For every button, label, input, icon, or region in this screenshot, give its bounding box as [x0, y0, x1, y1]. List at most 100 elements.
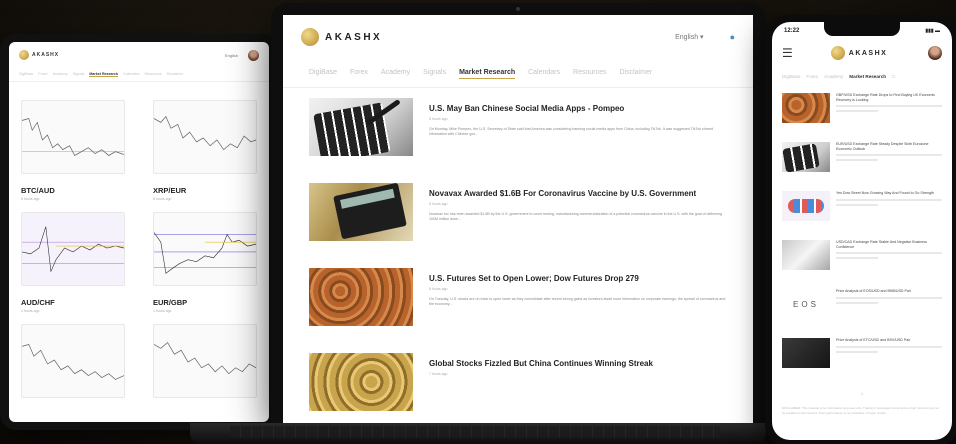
article-title[interactable]: GBP/USD Exchange Rate Drops to Find Buyi…: [836, 93, 942, 102]
nav-academy[interactable]: Academy: [53, 72, 68, 77]
brand-name: AKASHX: [848, 49, 888, 57]
nav-market-research[interactable]: Market Research: [849, 74, 886, 79]
tablet-device: AKASHX English DigiBase Forex Academy Si…: [0, 34, 278, 430]
brand-logo-icon: [301, 28, 319, 46]
pair-chart: [153, 324, 257, 398]
pair-time: 8 hours ago: [153, 197, 172, 201]
list-item[interactable]: EOS Price Analysis of EOS/USD and BNB/US…: [782, 289, 942, 338]
article-thumbnail[interactable]: [309, 353, 413, 411]
laptop-nav: DigiBase Forex Academy Signals Market Re…: [283, 59, 753, 88]
nav-forex[interactable]: Forex: [38, 72, 47, 77]
article-title[interactable]: U.S. Futures Set to Open Lower; Dow Futu…: [429, 274, 727, 283]
pair-card[interactable]: XRP/EUR 8 hours ago: [153, 100, 257, 212]
pair-card[interactable]: [21, 324, 125, 422]
nav-disclaimer[interactable]: Disclaimer: [167, 72, 184, 77]
article-excerpt: On Monday, Mike Pompeo, the U.S. Secreta…: [429, 127, 713, 137]
disclaimer-text: DISCLAIMER: This material is for informa…: [782, 406, 939, 415]
pair-name: XRP/EUR: [153, 186, 187, 195]
article-thumbnail[interactable]: [782, 191, 830, 221]
article-item[interactable]: Novavax Awarded $1.6B For Coronavirus Va…: [309, 183, 727, 268]
nav-resources[interactable]: Resources: [145, 72, 162, 77]
article-thumbnail[interactable]: [309, 183, 413, 241]
pair-name: EUR/GBP: [153, 298, 188, 307]
nav-calendars[interactable]: Calendars: [528, 69, 560, 79]
pair-chart: [153, 100, 257, 174]
language-select[interactable]: English ▾: [675, 33, 703, 41]
notification-icon[interactable]: ●: [730, 32, 735, 42]
nav-more[interactable]: C: [892, 74, 895, 79]
pair-chart: [21, 212, 125, 286]
list-item[interactable]: Yes Dow Street Now Growing Way And Found…: [782, 191, 942, 240]
pair-name: AUD/CHF: [21, 298, 55, 307]
nav-forex[interactable]: Forex: [350, 69, 368, 79]
article-thumbnail[interactable]: [782, 93, 830, 123]
product-showcase: AKASHX English DigiBase Forex Academy Si…: [0, 0, 956, 444]
pair-card[interactable]: BTC/AUD 8 hours ago: [21, 100, 125, 212]
list-item[interactable]: GBP/USD Exchange Rate Drops to Find Buyi…: [782, 93, 942, 142]
avatar[interactable]: [248, 49, 259, 61]
pair-time: 8 hours ago: [21, 197, 40, 201]
nav-disclaimer[interactable]: Disclaimer: [620, 69, 653, 79]
eos-logo-icon[interactable]: EOS: [782, 289, 830, 319]
article-excerpt-line: [836, 105, 942, 108]
article-thumbnail[interactable]: [782, 338, 830, 368]
laptop-keyboard: [230, 426, 720, 438]
nav-calendars[interactable]: Calendars: [123, 72, 139, 77]
article-title[interactable]: USD/CAD Exchange Rate Stable And Negativ…: [836, 240, 942, 249]
nav-academy[interactable]: Academy: [824, 74, 843, 79]
article-thumbnail[interactable]: [309, 98, 413, 156]
article-title[interactable]: Novavax Awarded $1.6B For Coronavirus Va…: [429, 189, 727, 198]
article-item[interactable]: U.S. May Ban Chinese Social Media Apps -…: [309, 98, 727, 183]
article-excerpt-line: [836, 110, 879, 113]
article-thumbnail[interactable]: [782, 142, 830, 172]
phone-screen: 12:22 ▮▮▮ ▬ ☰ AKASHX DigiBase Forex Acad…: [772, 22, 952, 440]
tablet-logo[interactable]: AKASHX: [19, 50, 59, 60]
article-title[interactable]: Global Stocks Fizzled But China Continue…: [429, 359, 727, 368]
tablet-header: AKASHX English: [9, 42, 269, 68]
article-time: 8 hours ago: [429, 202, 448, 206]
avatar[interactable]: [928, 46, 942, 60]
article-item[interactable]: Global Stocks Fizzled But China Continue…: [309, 353, 727, 423]
hamburger-menu-icon[interactable]: ☰: [782, 46, 793, 60]
list-item[interactable]: Price Analysis of ETC/USD and BSV/USD Pa…: [782, 338, 942, 387]
list-item[interactable]: USD/CAD Exchange Rate Stable And Negativ…: [782, 240, 942, 289]
brand-name: AKASHX: [32, 52, 60, 58]
article-item[interactable]: U.S. Futures Set to Open Lower; Dow Futu…: [309, 268, 727, 353]
nav-digibase[interactable]: DigiBase: [782, 74, 800, 79]
brand-name: AKASHX: [325, 31, 383, 43]
laptop-logo[interactable]: AKASHX: [301, 28, 382, 46]
article-title[interactable]: Price Analysis of ETC/USD and BSV/USD Pa…: [836, 338, 942, 343]
pagination[interactable]: 1: [772, 387, 952, 400]
phone-logo[interactable]: AKASHX: [830, 46, 888, 60]
language-select[interactable]: English: [225, 53, 238, 58]
pair-grid: BTC/AUD 8 hours ago XRP/EUR 8 hours ago …: [9, 82, 269, 422]
pair-card[interactable]: [153, 324, 257, 422]
nav-academy[interactable]: Academy: [381, 69, 410, 79]
pair-card[interactable]: EUR/GBP 1 hours ago: [153, 212, 257, 324]
pair-card[interactable]: AUD/CHF 1 hours ago: [21, 212, 125, 324]
article-thumbnail[interactable]: [782, 240, 830, 270]
article-excerpt-line: [836, 203, 879, 206]
nav-forex[interactable]: Forex: [806, 74, 818, 79]
article-excerpt: On Tuesday, U.S. stocks are on track to …: [429, 297, 726, 307]
nav-market-research[interactable]: Market Research: [459, 69, 516, 79]
nav-signals[interactable]: Signals: [73, 72, 85, 77]
nav-market-research[interactable]: Market Research: [89, 72, 119, 77]
article-title[interactable]: Yes Dow Street Now Growing Way And Found…: [836, 191, 942, 196]
pair-name: BTC/AUD: [21, 186, 55, 195]
article-time: 7 hours ago: [429, 372, 448, 376]
article-title[interactable]: EUR/USD Exchange Rate Steady Despite Six…: [836, 142, 942, 151]
nav-digibase[interactable]: DigiBase: [309, 69, 337, 79]
laptop-device: AKASHX English ▾ ● DigiBase Forex Academ…: [271, 3, 765, 423]
phone-device: 12:22 ▮▮▮ ▬ ☰ AKASHX DigiBase Forex Acad…: [765, 15, 956, 444]
brand-logo-icon: [830, 46, 845, 60]
article-thumbnail[interactable]: [309, 268, 413, 326]
list-item[interactable]: EUR/USD Exchange Rate Steady Despite Six…: [782, 142, 942, 191]
nav-resources[interactable]: Resources: [573, 69, 606, 79]
laptop-screen: AKASHX English ▾ ● DigiBase Forex Academ…: [283, 15, 753, 423]
pair-time: 1 hours ago: [21, 309, 40, 313]
article-title[interactable]: U.S. May Ban Chinese Social Media Apps -…: [429, 104, 727, 113]
article-title[interactable]: Price Analysis of EOS/USD and BNB/USD Pa…: [836, 289, 942, 294]
nav-digibase[interactable]: DigiBase: [19, 72, 33, 77]
nav-signals[interactable]: Signals: [423, 69, 446, 79]
